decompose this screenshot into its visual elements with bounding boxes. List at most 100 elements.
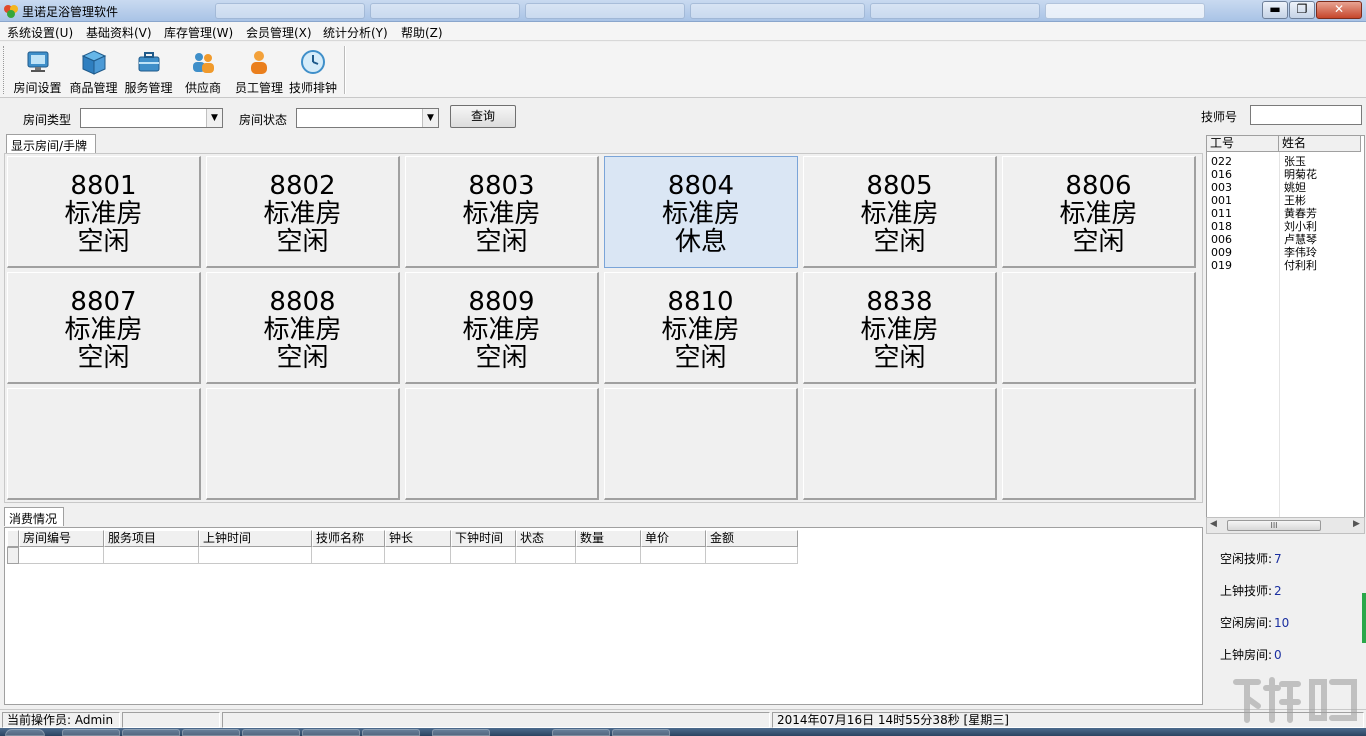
supplier-button[interactable]: 供应商: [178, 44, 228, 96]
taskbar-item[interactable]: [122, 729, 180, 736]
maximize-button[interactable]: ❐: [1289, 1, 1315, 19]
start-button[interactable]: [5, 729, 45, 736]
tab-consumption[interactable]: 消费情况: [4, 507, 64, 526]
background-tab: [215, 3, 365, 19]
close-button[interactable]: ✕: [1316, 1, 1362, 19]
room-tile-8808[interactable]: 8808 标准房 空闲: [206, 272, 400, 384]
tab-rooms[interactable]: 显示房间/手牌: [6, 134, 96, 153]
room-tile-8804[interactable]: 8804 标准房 休息: [604, 156, 798, 268]
table-cell[interactable]: [576, 547, 641, 564]
list-item[interactable]: 009 李伟玲: [1207, 246, 1357, 259]
list-item[interactable]: 006 卢慧琴: [1207, 233, 1357, 246]
list-item[interactable]: 022 张玉: [1207, 155, 1357, 168]
table-cell[interactable]: [451, 547, 516, 564]
room-tile-8805[interactable]: 8805 标准房 空闲: [803, 156, 997, 268]
col-duration[interactable]: 钟长: [385, 530, 451, 547]
stat-label: 空闲房间:: [1220, 616, 1273, 630]
taskbar-item[interactable]: [182, 729, 240, 736]
room-tile-empty[interactable]: [1002, 388, 1196, 500]
col-quantity[interactable]: 数量: [576, 530, 641, 547]
room-tile-8838[interactable]: 8838 标准房 空闲: [803, 272, 997, 384]
room-tile-8807[interactable]: 8807 标准房 空闲: [7, 272, 201, 384]
background-tab: [1045, 3, 1205, 19]
room-tile-8802[interactable]: 8802 标准房 空闲: [206, 156, 400, 268]
minimize-button[interactable]: ▬: [1262, 1, 1288, 19]
room-tile-8810[interactable]: 8810 标准房 空闲: [604, 272, 798, 384]
taskbar-item[interactable]: [242, 729, 300, 736]
tech-id: 018: [1211, 220, 1232, 233]
menu-members[interactable]: 会员管理(X): [246, 24, 312, 41]
room-type: 标准房: [1059, 199, 1138, 229]
room-settings-button[interactable]: 房间设置: [10, 44, 65, 96]
col-tech-id[interactable]: 工号: [1207, 136, 1279, 152]
technician-list[interactable]: 工号 姓名 022 张玉 016 明菊花 003 姚妲 001 王彬 011 黄…: [1206, 135, 1365, 518]
table-cell[interactable]: [19, 547, 104, 564]
room-tile-empty[interactable]: [803, 388, 997, 500]
room-type-select[interactable]: ▼: [80, 108, 223, 128]
room-tile-8801[interactable]: 8801 标准房 空闲: [7, 156, 201, 268]
col-room-no[interactable]: 房间编号: [19, 530, 104, 547]
menu-inventory[interactable]: 库存管理(W): [164, 24, 233, 41]
col-amount[interactable]: 金额: [706, 530, 798, 547]
scroll-left-icon[interactable]: ◀: [1210, 519, 1217, 529]
col-start-time[interactable]: 上钟时间: [199, 530, 312, 547]
tech-no-input[interactable]: [1250, 105, 1362, 125]
room-tile-empty[interactable]: [405, 388, 599, 500]
technician-scheduling-button[interactable]: 技师排钟: [287, 44, 339, 96]
tech-name: 李伟玲: [1284, 246, 1317, 259]
col-unit-price[interactable]: 单价: [641, 530, 706, 547]
menu-help[interactable]: 帮助(Z): [401, 24, 443, 41]
taskbar-item[interactable]: [612, 729, 670, 736]
window-title: 里诺足浴管理软件: [22, 5, 119, 19]
room-tile-8803[interactable]: 8803 标准房 空闲: [405, 156, 599, 268]
room-tile-8809[interactable]: 8809 标准房 空闲: [405, 272, 599, 384]
monitor-icon: [27, 51, 48, 72]
room-status-select[interactable]: ▼: [296, 108, 439, 128]
col-tech-name[interactable]: 姓名: [1279, 136, 1361, 152]
taskbar-item[interactable]: [432, 729, 490, 736]
scroll-thumb[interactable]: III: [1227, 520, 1321, 531]
list-item[interactable]: 018 刘小利: [1207, 220, 1357, 233]
chevron-down-icon[interactable]: ▼: [422, 109, 438, 127]
list-item[interactable]: 003 姚妲: [1207, 181, 1357, 194]
list-item[interactable]: 001 王彬: [1207, 194, 1357, 207]
table-cell[interactable]: [641, 547, 706, 564]
row-selector[interactable]: [7, 547, 19, 564]
room-tile-empty[interactable]: [206, 388, 400, 500]
taskbar-item[interactable]: [552, 729, 610, 736]
room-settings-label: 房间设置: [13, 81, 62, 95]
room-tile-8806[interactable]: 8806 标准房 空闲: [1002, 156, 1196, 268]
room-tile-empty[interactable]: [1002, 272, 1196, 384]
product-management-button[interactable]: 商品管理: [66, 44, 121, 96]
list-item[interactable]: 011 黄春芳: [1207, 207, 1357, 220]
menu-statistics[interactable]: 统计分析(Y): [323, 24, 388, 41]
table-cell[interactable]: [516, 547, 576, 564]
staff-management-button[interactable]: 员工管理: [231, 44, 287, 96]
chevron-down-icon[interactable]: ▼: [206, 109, 222, 127]
col-service-item[interactable]: 服务项目: [104, 530, 199, 547]
room-type: 标准房: [860, 315, 939, 345]
site-watermark-logo: [1233, 677, 1357, 723]
horizontal-scrollbar[interactable]: ◀ III ▶: [1206, 517, 1365, 534]
menu-system-settings[interactable]: 系统设置(U): [7, 24, 73, 41]
col-end-time[interactable]: 下钟时间: [451, 530, 516, 547]
table-cell[interactable]: [104, 547, 199, 564]
taskbar-item[interactable]: [362, 729, 420, 736]
table-cell[interactable]: [706, 547, 798, 564]
list-item[interactable]: 019 付利利: [1207, 259, 1357, 272]
list-item[interactable]: 016 明菊花: [1207, 168, 1357, 181]
taskbar-item[interactable]: [302, 729, 360, 736]
col-status[interactable]: 状态: [516, 530, 576, 547]
table-cell[interactable]: [199, 547, 312, 564]
tech-name: 卢慧琴: [1284, 233, 1317, 246]
scroll-right-icon[interactable]: ▶: [1353, 519, 1360, 529]
taskbar-item[interactable]: [62, 729, 120, 736]
col-tech-name[interactable]: 技师名称: [312, 530, 385, 547]
room-tile-empty[interactable]: [604, 388, 798, 500]
room-tile-empty[interactable]: [7, 388, 201, 500]
service-management-button[interactable]: 服务管理: [121, 44, 176, 96]
table-cell[interactable]: [385, 547, 451, 564]
query-button[interactable]: 查询: [450, 105, 516, 128]
table-cell[interactable]: [312, 547, 385, 564]
menu-basic-data[interactable]: 基础资料(V): [86, 24, 152, 41]
